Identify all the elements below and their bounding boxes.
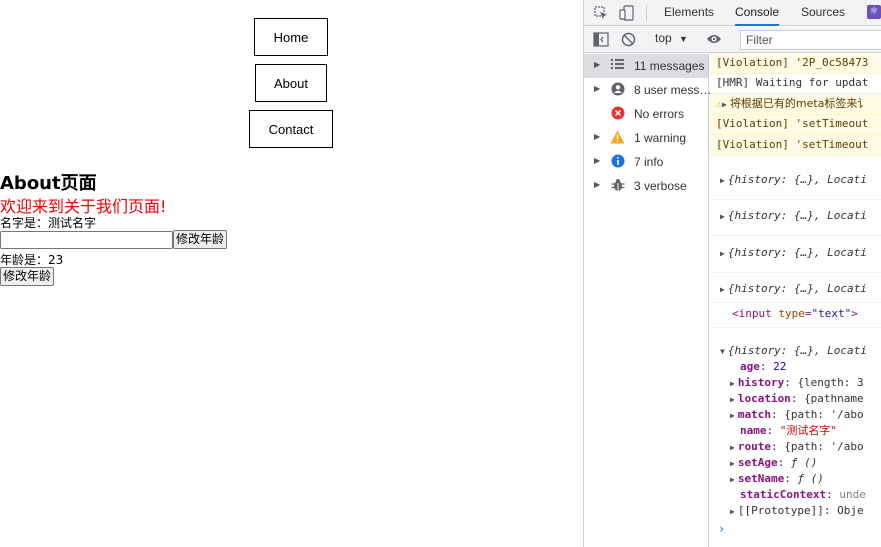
console-object-summary: {history: {…}, Locati — [727, 282, 867, 295]
tab-separator — [646, 5, 647, 21]
console-object-log[interactable]: ▶ {history: {…}, Locati — [710, 208, 881, 236]
object-property[interactable]: ▶ route: {path: '/abo — [710, 439, 881, 455]
object-property[interactable]: ▶ setName: ƒ () — [710, 471, 881, 487]
console-message-text: 将根据已有的meta标签来讠 — [729, 97, 869, 110]
extension-icon[interactable]: ⚛ — [867, 5, 881, 19]
error-icon — [610, 106, 625, 121]
expand-arrow-icon: ▶ — [594, 84, 601, 93]
console-prompt-icon[interactable]: › — [718, 522, 725, 536]
object-property[interactable]: ▶ location: {pathname — [710, 391, 881, 407]
info-icon — [610, 154, 625, 169]
page-viewport: Home About Contact About页面 欢迎来到关于我们页面! 名… — [0, 0, 583, 547]
console-message[interactable]: [Violation] 'setTimeout — [710, 115, 881, 135]
change-age-button-2[interactable]: 修改年龄 — [0, 267, 55, 286]
element-tag: input — [738, 307, 772, 320]
change-age-button[interactable]: 修改年龄 — [173, 230, 228, 249]
sidebar-item-label: 3 verbose — [634, 179, 687, 193]
expand-arrow-icon: ▶ — [594, 180, 601, 189]
object-property[interactable]: ▶ setAge: ƒ () — [710, 455, 881, 471]
expand-arrow-icon: ▶ — [720, 212, 725, 221]
sidebar-toggle-icon[interactable] — [593, 32, 609, 50]
console-element-log[interactable]: <input type="text"> — [710, 306, 881, 328]
console-object-log[interactable]: ▶ {history: {…}, Locati — [710, 172, 881, 200]
sidebar-item-label: 11 messages — [634, 59, 705, 73]
console-message-text: [Violation] 'setTimeout — [716, 138, 869, 151]
console-messages: [Violation] '2P_0c58473 [HMR] Waiting fo… — [710, 54, 881, 547]
sidebar-item-errors[interactable]: No errors — [584, 102, 708, 126]
object-property: age: 22 — [740, 360, 787, 373]
nav-contact-link[interactable]: Contact — [249, 110, 333, 148]
name-text: 名字是：测试名字 — [0, 216, 97, 230]
inspect-element-icon[interactable] — [594, 6, 608, 23]
expand-arrow-icon: ▶ — [594, 156, 601, 165]
list-icon — [610, 58, 625, 73]
age-text: 年龄是：23 — [0, 253, 64, 267]
sidebar-item-messages[interactable]: ▶ 11 messages — [584, 54, 708, 78]
console-message-text: [Violation] 'setTimeout — [716, 117, 869, 130]
object-property: staticContext: unde — [740, 488, 866, 501]
console-sidebar: ▶ 11 messages ▶ 8 user mess… No errors ▶… — [584, 54, 712, 547]
console-message-text: [HMR] Waiting for updat — [716, 76, 869, 89]
chevron-down-icon: ▼ — [679, 34, 688, 44]
user-icon — [610, 82, 625, 97]
console-message[interactable]: [Violation] 'setTimeout — [710, 135, 881, 156]
sidebar-item-label: 7 info — [634, 155, 664, 169]
context-label: top — [655, 31, 672, 45]
devtools-panel: Elements Console Sources ⚛ top ▼ ▶ 11 me… — [583, 0, 881, 547]
bug-icon — [610, 178, 625, 193]
sidebar-item-info[interactable]: ▶ 7 info — [584, 150, 708, 174]
devtools-tabbar: Elements Console Sources ⚛ — [584, 0, 881, 26]
expand-arrow-icon: ▶ — [722, 100, 727, 109]
filter-input[interactable] — [740, 30, 881, 50]
eye-icon[interactable] — [706, 33, 722, 48]
sidebar-item-label: No errors — [634, 107, 685, 121]
warning-icon — [610, 130, 625, 145]
console-object-summary: {history: {…}, Locati — [727, 209, 867, 222]
sidebar-item-user-messages[interactable]: ▶ 8 user mess… — [584, 78, 712, 102]
nav-home-link[interactable]: Home — [254, 18, 328, 56]
device-toolbar-icon[interactable] — [619, 5, 635, 24]
object-property: name: "测试名字" — [740, 424, 837, 437]
tab-console[interactable]: Console — [735, 0, 780, 26]
console-warning-message[interactable]: ⚠▶ 将根据已有的meta标签来讠 — [710, 94, 881, 115]
expand-arrow-icon: ▶ — [594, 132, 601, 141]
context-selector[interactable]: top ▼ — [655, 31, 688, 45]
console-object-summary: {history: {…}, Locati — [727, 246, 867, 259]
console-object-log[interactable]: ▶ {history: {…}, Locati — [710, 245, 881, 273]
element-attr: type — [778, 307, 805, 320]
page-title: About页面 — [0, 173, 97, 194]
object-property[interactable]: ▶ [[Prototype]]: Obje — [710, 503, 881, 519]
sidebar-item-label: 8 user mess… — [634, 83, 712, 97]
clear-console-icon[interactable] — [621, 32, 636, 50]
console-object-log[interactable]: ▶ {history: {…}, Locati — [710, 281, 881, 303]
sidebar-item-verbose[interactable]: ▶ 3 verbose — [584, 174, 708, 198]
console-message[interactable]: [Violation] '2P_0c58473 — [710, 54, 881, 74]
expand-arrow-icon: ▶ — [594, 60, 601, 69]
console-toolbar: top ▼ — [584, 27, 881, 53]
nav-about-link[interactable]: About — [255, 64, 327, 102]
console-message-text: [Violation] '2P_0c58473 — [716, 56, 869, 69]
object-property[interactable]: ▶ history: {length: 3 — [710, 375, 881, 391]
element-attr-value: "text" — [811, 307, 852, 320]
console-object-summary: {history: {…}, Locati — [727, 344, 867, 357]
tab-sources[interactable]: Sources — [801, 0, 845, 26]
expand-arrow-icon: ▶ — [720, 285, 725, 294]
sidebar-item-warnings[interactable]: ▶ 1 warning — [584, 126, 708, 150]
console-object-summary: {history: {…}, Locati — [727, 173, 867, 186]
tab-elements[interactable]: Elements — [664, 0, 714, 26]
collapse-arrow-icon: ▼ — [720, 347, 725, 356]
console-object-expanded[interactable]: ▼ {history: {…}, Locati — [710, 343, 881, 359]
console-message[interactable]: [HMR] Waiting for updat — [710, 74, 881, 94]
object-property[interactable]: ▶ match: {path: '/abo — [710, 407, 881, 423]
sidebar-item-label: 1 warning — [634, 131, 687, 145]
expand-arrow-icon: ▶ — [720, 176, 725, 185]
expand-arrow-icon: ▶ — [720, 249, 725, 258]
age-input[interactable] — [0, 231, 173, 249]
